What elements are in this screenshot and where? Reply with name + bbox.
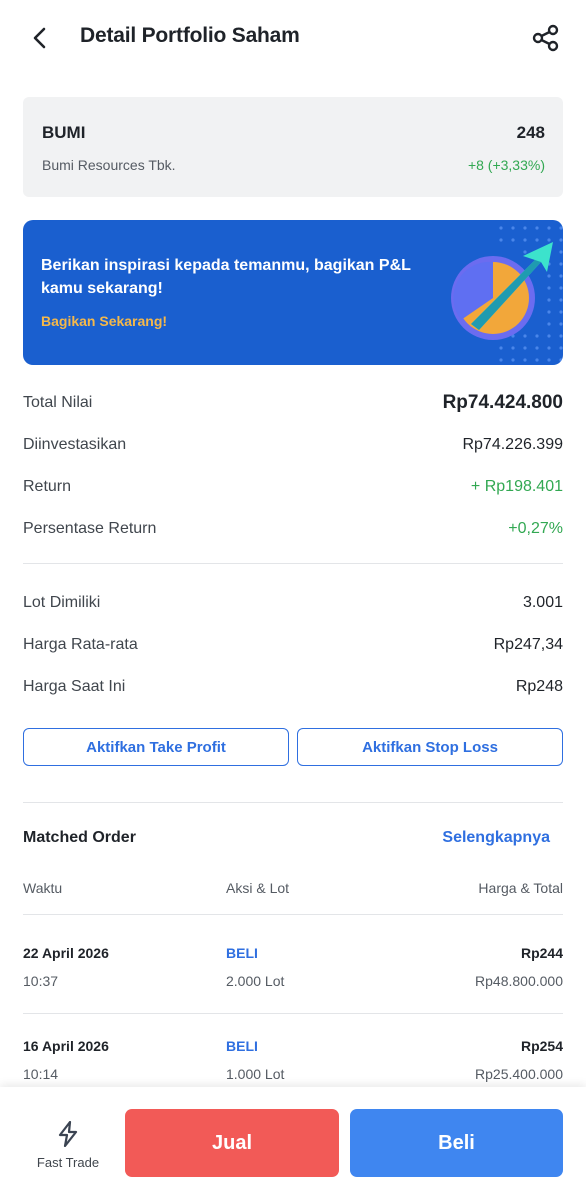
harga-rata-rata-label: Harga Rata-rata — [23, 636, 138, 653]
harga-rata-rata-value: Rp247,34 — [493, 636, 563, 653]
harga-rata-rata-row: Harga Rata-rata Rp247,34 — [23, 624, 563, 666]
buy-button[interactable]: Beli — [350, 1109, 563, 1177]
order-action: BELI — [226, 1038, 258, 1054]
lot-dimiliki-label: Lot Dimiliki — [23, 594, 101, 611]
total-nilai-row: Total Nilai Rp74.424.800 — [23, 382, 563, 424]
share-pnl-banner[interactable]: Berikan inspirasi kepada temanmu, bagika… — [23, 220, 563, 365]
column-header-harga-total: Harga & Total — [478, 880, 563, 896]
bottom-action-bar: Fast Trade Jual Beli — [0, 1087, 586, 1200]
fast-trade-button[interactable]: Fast Trade — [30, 1121, 106, 1170]
banner-text: Berikan inspirasi kepada temanmu, bagika… — [41, 257, 411, 297]
diinvestasikan-value: Rp74.226.399 — [462, 436, 563, 453]
table-header-divider — [23, 914, 563, 915]
section-divider — [23, 802, 563, 803]
page-title: Detail Portfolio Saham — [80, 24, 300, 47]
chevron-left-icon — [33, 27, 46, 49]
holding-details: Lot Dimiliki 3.001 Harga Rata-rata Rp247… — [23, 582, 563, 708]
harga-saat-ini-value: Rp248 — [515, 678, 563, 695]
harga-saat-ini-label: Harga Saat Ini — [23, 678, 126, 695]
lightning-icon — [58, 1121, 78, 1147]
total-nilai-value: Rp74.424.800 — [442, 392, 563, 413]
lot-dimiliki-row: Lot Dimiliki 3.001 — [23, 582, 563, 624]
stock-price: 248 — [516, 123, 545, 142]
return-label: Return — [23, 478, 72, 495]
order-lot: 2.000 Lot — [226, 973, 285, 989]
share-button[interactable] — [528, 20, 564, 56]
order-price: Rp254 — [520, 1038, 563, 1054]
lot-dimiliki-value: 3.001 — [522, 594, 563, 611]
order-date: 22 April 2026 — [23, 945, 109, 961]
persentase-return-label: Persentase Return — [23, 520, 157, 537]
order-automation-buttons: Aktifkan Take Profit Aktifkan Stop Loss — [23, 728, 563, 766]
total-nilai-label: Total Nilai — [23, 394, 93, 411]
stock-code: BUMI — [42, 123, 86, 142]
return-value: + Rp198.401 — [470, 478, 563, 495]
stock-change: +8 (+3,33%) — [467, 157, 545, 173]
banner-share-link[interactable]: Bagikan Sekarang! — [41, 313, 167, 329]
persentase-return-value: +0,27% — [508, 520, 563, 537]
harga-saat-ini-row: Harga Saat Ini Rp248 — [23, 666, 563, 708]
stop-loss-button[interactable]: Aktifkan Stop Loss — [297, 728, 563, 766]
order-lot: 1.000 Lot — [226, 1066, 285, 1082]
sell-button[interactable]: Jual — [125, 1109, 339, 1177]
app-header: Detail Portfolio Saham — [0, 0, 586, 74]
portfolio-summary: Total Nilai Rp74.424.800 Diinvestasikan … — [23, 382, 563, 550]
stock-name: Bumi Resources Tbk. — [42, 157, 176, 173]
take-profit-button[interactable]: Aktifkan Take Profit — [23, 728, 289, 766]
order-date: 16 April 2026 — [23, 1038, 109, 1054]
column-header-aksi-lot: Aksi & Lot — [226, 880, 290, 896]
column-header-waktu: Waktu — [23, 880, 63, 896]
order-total: Rp25.400.000 — [475, 1066, 563, 1082]
see-more-link[interactable]: Selengkapnya — [442, 829, 550, 847]
diinvestasikan-row: Diinvestasikan Rp74.226.399 — [23, 424, 563, 466]
row-divider — [23, 1013, 563, 1014]
growth-arrow-illustration — [451, 226, 563, 362]
share-icon — [532, 24, 559, 52]
back-button[interactable] — [24, 22, 56, 54]
order-total: Rp48.800.000 — [475, 973, 563, 989]
order-time: 10:14 — [23, 1066, 59, 1082]
return-row: Return + Rp198.401 — [23, 466, 563, 508]
order-action: BELI — [226, 945, 258, 961]
order-price: Rp244 — [520, 945, 563, 961]
stock-summary-card[interactable]: BUMI 248 Bumi Resources Tbk. +8 (+3,33%) — [23, 97, 563, 197]
order-time: 10:37 — [23, 973, 59, 989]
persentase-return-row: Persentase Return +0,27% — [23, 508, 563, 550]
section-divider — [23, 563, 563, 564]
fast-trade-label: Fast Trade — [36, 1155, 100, 1170]
diinvestasikan-label: Diinvestasikan — [23, 436, 127, 453]
matched-order-title: Matched Order — [23, 829, 136, 846]
